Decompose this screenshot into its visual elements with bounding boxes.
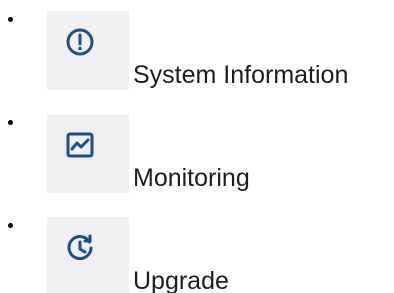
monitoring-chart-icon — [66, 132, 94, 158]
info-circle-icon — [66, 28, 94, 56]
menu-item-label: System Information — [133, 61, 349, 89]
navigation-menu: System Information Monitoring Upgrade — [0, 0, 394, 293]
menu-item-monitoring[interactable]: Monitoring — [0, 103, 394, 198]
menu-item-label: Monitoring — [133, 164, 250, 192]
list-bullet — [8, 120, 13, 125]
icon-tile[interactable] — [47, 11, 129, 90]
icon-tile[interactable] — [47, 217, 129, 293]
menu-item-upgrade[interactable]: Upgrade — [0, 206, 394, 293]
list-bullet — [8, 223, 13, 228]
icon-tile[interactable] — [47, 114, 129, 193]
list-bullet — [8, 17, 13, 22]
menu-item-system-information[interactable]: System Information — [0, 0, 394, 95]
upgrade-clock-icon — [67, 234, 93, 261]
menu-item-label: Upgrade — [133, 267, 229, 293]
